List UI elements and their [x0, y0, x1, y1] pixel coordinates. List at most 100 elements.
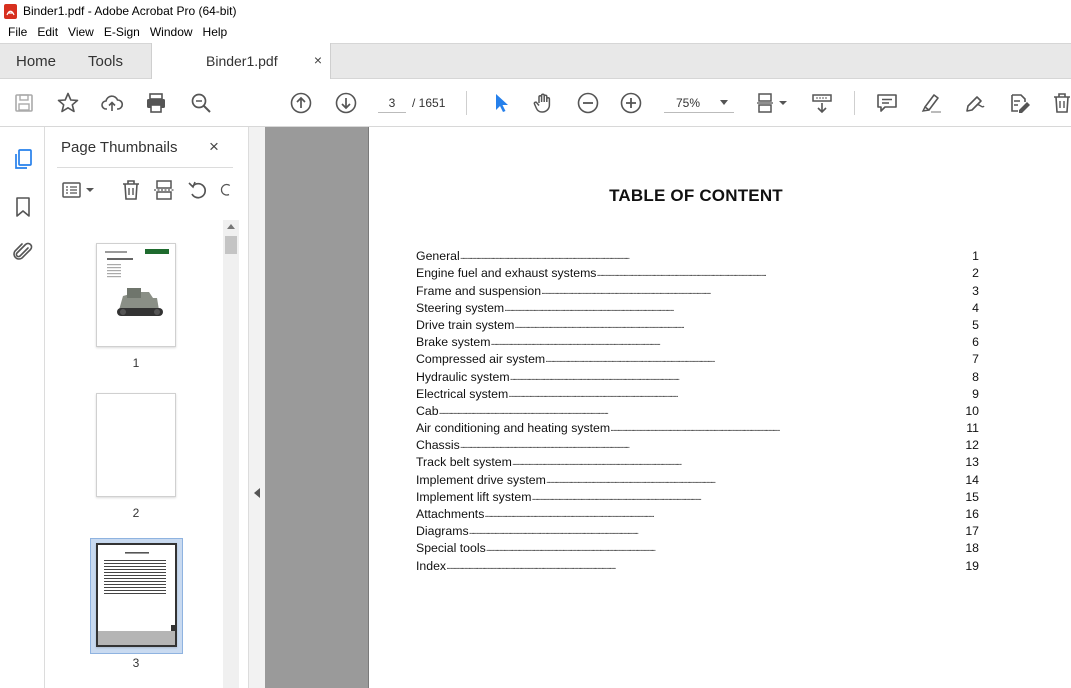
toc-entry[interactable]: Frame and suspension 3	[416, 280, 979, 298]
toc-entry[interactable]: Implement drive system 14	[416, 469, 979, 487]
thumbnail-label-3: 3	[132, 656, 140, 670]
toc-entry-title: Compressed air system	[416, 352, 546, 367]
menu-esign[interactable]: E-Sign	[100, 25, 144, 39]
toc-dot-leader	[504, 303, 972, 315]
toc-dot-leader	[446, 561, 965, 573]
menu-view[interactable]: View	[64, 25, 98, 39]
select-cursor-icon[interactable]	[489, 91, 513, 115]
hand-tool-icon[interactable]	[531, 91, 555, 115]
scroll-up-arrow-icon[interactable]	[227, 224, 235, 229]
toc-entry[interactable]: Compressed air system 7	[416, 349, 979, 366]
toc-entry-title: Drive train system	[416, 317, 515, 332]
tab-document[interactable]: Binder1.pdf ×	[151, 43, 331, 80]
toc-dot-leader	[531, 492, 965, 504]
toc-entry[interactable]: Engine fuel and exhaust systems 2	[416, 263, 979, 280]
toc-entry[interactable]: Drive train system 5	[416, 315, 979, 332]
bookmark-icon[interactable]	[11, 195, 35, 219]
toc-entry-page: 9	[972, 386, 979, 401]
toc-entry-title: Electrical system	[416, 386, 509, 401]
zoom-level-dropdown[interactable]: 75%	[664, 93, 734, 113]
delete-icon[interactable]	[1050, 91, 1071, 115]
toc-entry-title: Index	[416, 558, 447, 573]
toc-entry[interactable]: Steering system 4	[416, 298, 979, 315]
search-zoom-icon[interactable]	[189, 91, 213, 115]
toc-entry[interactable]: Track belt system 13	[416, 452, 979, 469]
highlighter-icon[interactable]	[919, 91, 943, 115]
edit-pdf-icon[interactable]	[1008, 91, 1032, 115]
page-thumbnails-icon[interactable]	[11, 147, 35, 171]
toc-dot-leader	[541, 286, 972, 298]
toc-dot-leader	[490, 337, 972, 349]
delete-page-icon[interactable]	[119, 178, 143, 202]
thumbnail-page-2[interactable]	[96, 393, 176, 497]
comment-icon[interactable]	[875, 91, 899, 115]
thumbnail-scrollbar[interactable]	[223, 220, 239, 688]
print-icon[interactable]	[144, 91, 168, 115]
toc-entry[interactable]: Attachments 16	[416, 504, 979, 521]
toc-entry[interactable]: Air conditioning and heating system 11	[416, 418, 979, 435]
toc-dot-leader	[514, 320, 972, 332]
thumbnail-label-1: 1	[132, 356, 140, 370]
thumbnail-options-icon[interactable]	[59, 178, 99, 202]
menu-file[interactable]: File	[4, 25, 31, 39]
menu-window[interactable]: Window	[146, 25, 197, 39]
collapse-left-arrow-icon[interactable]	[254, 488, 260, 498]
page-number-input[interactable]	[378, 93, 406, 113]
toc-entry-title: Air conditioning and heating system	[416, 421, 611, 436]
toc-dot-leader	[469, 526, 966, 538]
page-layout-icon[interactable]	[754, 91, 790, 115]
toc-dot-leader	[545, 354, 972, 366]
extract-pages-icon[interactable]	[152, 178, 176, 202]
toc-entry[interactable]: Special tools 18	[416, 538, 979, 555]
toc-entry[interactable]: General 1	[416, 246, 979, 263]
toc-dot-leader	[460, 251, 972, 263]
previous-page-icon[interactable]	[289, 91, 313, 115]
toc-entry[interactable]: Cab 10	[416, 401, 979, 418]
panel-collapse-splitter[interactable]	[248, 127, 265, 688]
left-navigation-rail	[0, 127, 45, 688]
toc-entry-page: 17	[965, 524, 979, 539]
toc-entry-title: Engine fuel and exhaust systems	[416, 266, 597, 281]
thumbnail-page-1[interactable]	[96, 243, 176, 347]
tab-tools[interactable]: Tools	[88, 44, 123, 79]
close-tab-icon[interactable]: ×	[314, 52, 322, 68]
panel-divider	[57, 167, 233, 168]
rotate-clockwise-icon[interactable]	[217, 178, 235, 202]
document-viewport[interactable]: TABLE OF CONTENT General1Engine fuel and…	[265, 127, 1071, 688]
toc-entry-page: 14	[965, 472, 979, 487]
toc-entry[interactable]: Index 19	[416, 555, 979, 573]
toc-entry[interactable]: Electrical system 9	[416, 384, 979, 401]
zoom-in-icon[interactable]	[619, 91, 643, 115]
save-icon[interactable]	[12, 91, 36, 115]
toc-entry-page: 10	[965, 403, 979, 418]
next-page-icon[interactable]	[334, 91, 358, 115]
attachment-paperclip-icon[interactable]	[11, 240, 35, 264]
toc-entry-page: 4	[972, 300, 979, 315]
zoom-out-icon[interactable]	[576, 91, 600, 115]
tab-home[interactable]: Home	[16, 44, 56, 79]
toc-entry-page: 16	[965, 507, 979, 521]
toc-entry-title: Cab	[416, 403, 439, 418]
upload-cloud-icon[interactable]	[100, 91, 124, 115]
toc-entry[interactable]: Hydraulic system 8	[416, 366, 979, 384]
toc-entry-page: 18	[965, 541, 979, 556]
toc-entry[interactable]: Implement lift system 15	[416, 487, 979, 504]
thumbnail-page-3[interactable]	[96, 543, 177, 647]
menu-help[interactable]: Help	[199, 25, 232, 39]
rotate-counterclockwise-icon[interactable]	[186, 178, 210, 202]
scroll-mode-icon[interactable]	[810, 91, 834, 115]
toc-entry[interactable]: Chassis 12	[416, 435, 979, 452]
toc-entry[interactable]: Diagrams 17	[416, 521, 979, 538]
toc-dot-leader	[610, 423, 966, 435]
scrollbar-thumb[interactable]	[225, 236, 237, 254]
sign-pen-icon[interactable]	[963, 91, 987, 115]
menu-edit[interactable]: Edit	[33, 25, 62, 39]
toc-dot-leader	[546, 475, 965, 487]
thumbnail-toc-image	[98, 552, 175, 645]
star-icon[interactable]	[56, 91, 80, 115]
page-thumbnails-panel: Page Thumbnails × 1 2 3	[45, 127, 248, 688]
close-panel-icon[interactable]: ×	[209, 137, 219, 157]
toc-entry[interactable]: Brake system 6	[416, 332, 979, 349]
toc-dot-leader	[596, 268, 972, 280]
tab-document-label: Binder1.pdf	[206, 53, 278, 69]
